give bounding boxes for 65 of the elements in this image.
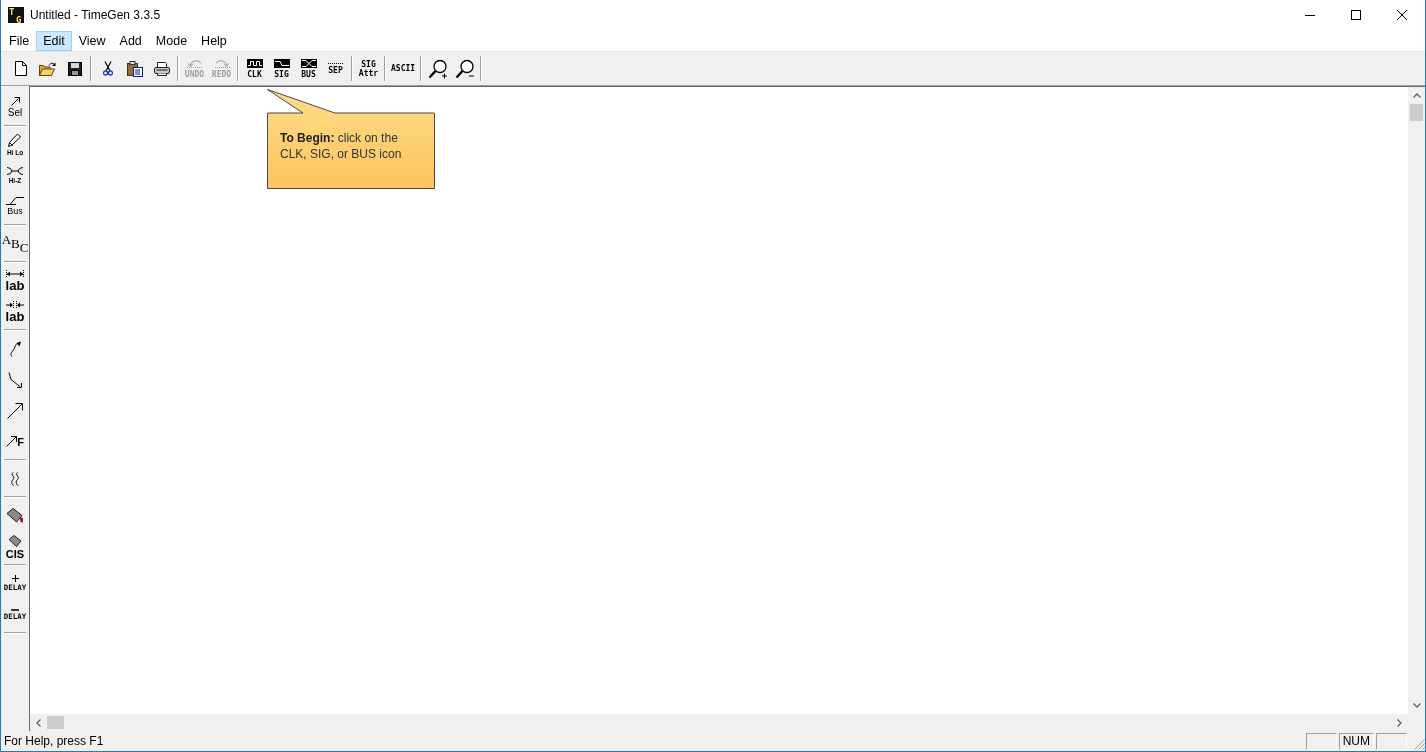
pencil-icon (8, 133, 22, 147)
inward-arrows-icon (6, 301, 24, 309)
maximize-icon (1351, 10, 1361, 20)
menu-item[interactable]: File (2, 30, 37, 51)
square-wave-icon (246, 58, 263, 68)
clipboard-icon (126, 60, 143, 77)
scissors-icon (102, 61, 113, 76)
select-tool[interactable]: Sel (1, 92, 29, 123)
menu-item[interactable]: Help (194, 30, 234, 51)
menu-item[interactable]: Add (112, 30, 149, 51)
chevron-down-icon (1412, 703, 1421, 708)
bus-tool[interactable]: Bus (1, 191, 29, 222)
signal-attributes-button[interactable]: SIG Attr (355, 55, 382, 82)
slanted-line-icon (6, 197, 24, 205)
zoom-out-icon (454, 58, 475, 79)
status-indicator: NUM (1338, 732, 1374, 750)
label-tool[interactable]: lab (1, 265, 29, 296)
scrollbar-thumb[interactable] (1410, 104, 1423, 121)
text-tool[interactable]: ABC (1, 228, 29, 259)
app-logo: TG (8, 7, 24, 23)
callout-text: To Begin: click on the CLK, SIG, or BUS icon (280, 130, 403, 162)
curved-arrow-icon (213, 58, 230, 68)
bus-button[interactable]: BUS (295, 55, 322, 82)
ascii-button[interactable]: ASCII (388, 55, 419, 82)
printer-icon (153, 61, 170, 76)
chevron-up-icon (1412, 93, 1421, 98)
fill-label-tool[interactable]: CIS (1, 531, 29, 562)
menu-item[interactable]: Mode (148, 30, 195, 51)
clock-button[interactable]: CLK (241, 55, 268, 82)
minimize-icon (1305, 14, 1315, 16)
signal-wave-icon (273, 58, 290, 68)
menu-item[interactable]: Edit (36, 30, 72, 51)
labeled-arrow-tool[interactable]: F (1, 426, 29, 457)
signal-button[interactable]: SIG (268, 55, 295, 82)
folder-icon (39, 61, 56, 76)
separator-button[interactable]: SEP (322, 55, 349, 82)
drawing-canvas[interactable]: To Begin: click on the CLK, SIG, or BUS icon (30, 87, 1408, 714)
menu-item[interactable]: View (71, 30, 113, 51)
status-message: For Help, press F1 (3, 734, 104, 748)
tristate-icon (7, 167, 23, 175)
arrow-icon (10, 97, 20, 106)
curved-arrow-icon (9, 340, 21, 357)
minus-icon (11, 608, 19, 611)
diagonal-arrow-icon (6, 436, 18, 447)
dimension-arrow-icon (6, 270, 24, 278)
resize-grip-icon (1414, 739, 1425, 750)
plus-icon (11, 575, 19, 582)
status-panel (1376, 732, 1407, 750)
close-icon (1397, 10, 1407, 20)
chevron-left-icon (36, 718, 41, 727)
diagonal-arrow-icon (7, 402, 23, 419)
window-title: Untitled - TimeGen 3.3.5 (30, 8, 161, 22)
curved-arrow-icon (186, 58, 203, 68)
zoom-in-icon (427, 58, 448, 79)
bus-crossing-icon (300, 58, 317, 68)
break-mark-icon (10, 471, 20, 486)
status-panel (1305, 732, 1337, 750)
page-icon (14, 61, 27, 76)
dotted-line-icon (327, 62, 344, 64)
chevron-right-icon (1397, 718, 1402, 727)
bent-arrow-icon (8, 371, 22, 388)
paint-bucket-icon (6, 508, 24, 523)
scrollbar-thumb[interactable] (47, 716, 64, 729)
paint-bucket-icon (8, 534, 22, 547)
label-tool[interactable]: lab (1, 296, 29, 327)
